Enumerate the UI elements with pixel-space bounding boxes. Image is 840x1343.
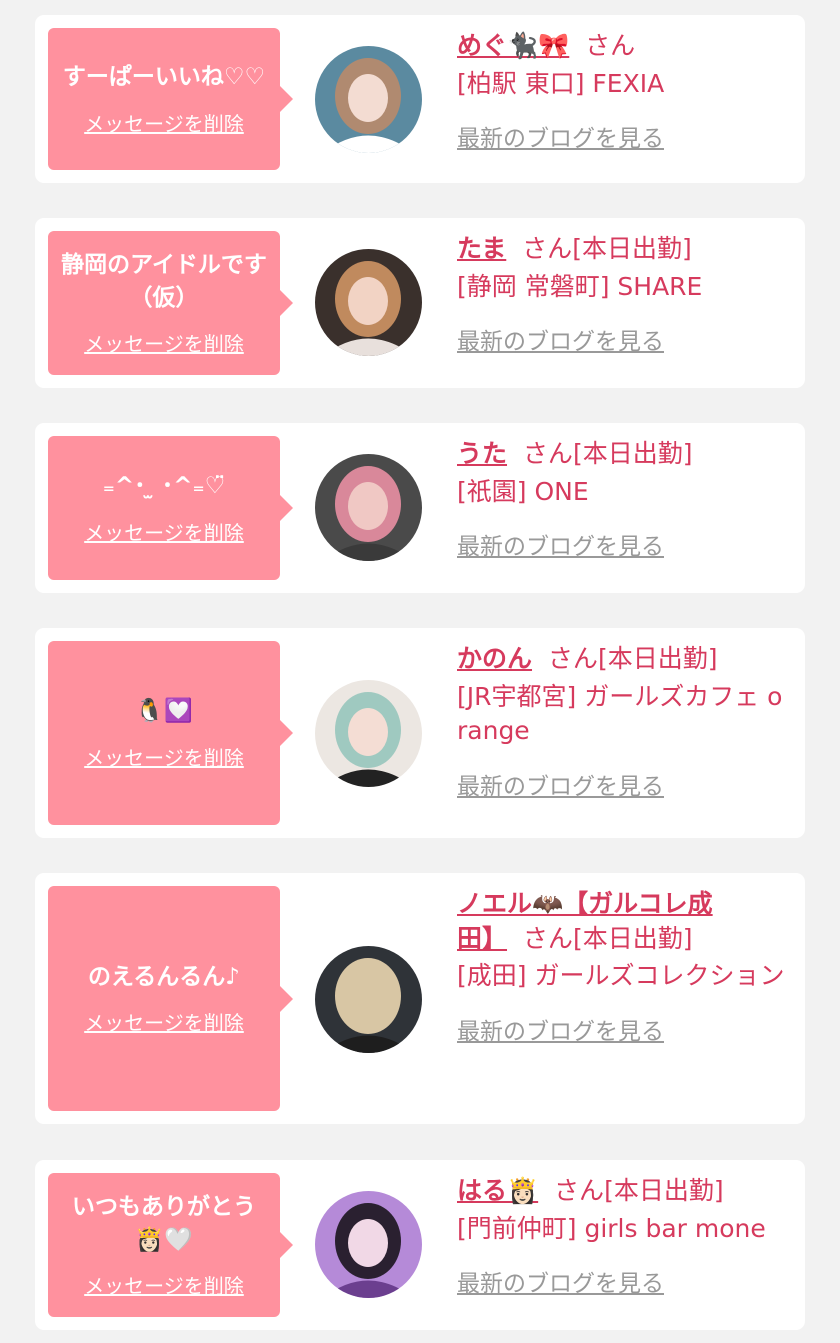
shop-name: [門前仲町] girls bar mone (457, 1213, 766, 1243)
avatar[interactable] (315, 249, 422, 356)
message-bubble: ₌^･ ̫ ･^₌♡̈ メッセージを削除 (48, 436, 293, 580)
delete-message-link[interactable]: メッセージを削除 (84, 517, 244, 546)
list-item: すーぱーいいね♡♡ メッセージを削除 めぐ🐈‍⬛🎀 さん [柏駅 東口] FEX… (35, 15, 805, 183)
shop-name: [静岡 常磐町] SHARE (457, 271, 703, 301)
avatar[interactable] (315, 946, 422, 1053)
status-badge: [本日出勤] (597, 644, 718, 673)
girl-info: めぐ🐈‍⬛🎀 さん [柏駅 東口] FEXIA 最新のブログを見る (457, 29, 791, 153)
status-badge: [本日出勤] (572, 923, 693, 953)
latest-blog-link[interactable]: 最新のブログを見る (457, 1264, 664, 1298)
shop-name: [JR宇都宮] ガールズカフェ orange (457, 681, 783, 746)
honorific: さん (547, 644, 598, 673)
girl-name-link[interactable]: うた (457, 439, 507, 468)
honorific: さん (522, 439, 573, 468)
message-bubble: いつもありがとう👸🏻🤍 メッセージを削除 (48, 1173, 293, 1317)
delete-message-link[interactable]: メッセージを削除 (84, 1007, 244, 1036)
shop-name: [柏駅 東口] FEXIA (457, 68, 665, 98)
latest-blog-link[interactable]: 最新のブログを見る (457, 1012, 664, 1046)
girl-info: うた さん[本日出勤] [祇園] ONE 最新のブログを見る (457, 437, 791, 561)
latest-blog-link[interactable]: 最新のブログを見る (457, 322, 664, 356)
honorific: さん (554, 1176, 605, 1205)
latest-blog-link[interactable]: 最新のブログを見る (457, 527, 664, 561)
message-bubble: 静岡のアイドルです（仮） メッセージを削除 (48, 231, 293, 375)
message-bubble: 🐧💟 メッセージを削除 (48, 641, 293, 825)
message-text: すーぱーいいね♡♡ (62, 64, 266, 91)
list-item: ₌^･ ̫ ･^₌♡̈ メッセージを削除 うた さん[本日出勤] [祇園] ON… (35, 423, 805, 593)
photo-face (348, 708, 388, 756)
girl-info: はる👸🏻 さん[本日出勤] [門前仲町] girls bar mone 最新のブ… (457, 1174, 791, 1298)
girl-name-link[interactable]: めぐ🐈‍⬛🎀 (457, 31, 569, 60)
avatar[interactable] (315, 46, 422, 153)
honorific: さん (522, 234, 573, 263)
girl-info: かのん さん[本日出勤] [JR宇都宮] ガールズカフェ orange 最新のブ… (457, 642, 791, 801)
girl-info: ノエル🦇【ガルコレ成田】 さん[本日出勤] [成田] ガールズコレクション 最新… (457, 887, 791, 1046)
honorific: さん (522, 923, 573, 953)
status-badge: [本日出勤] (604, 1176, 724, 1205)
list-item: 静岡のアイドルです（仮） メッセージを削除 たま さん[本日出勤] [静岡 常磐… (35, 218, 805, 388)
latest-blog-link[interactable]: 最新のブログを見る (457, 119, 664, 153)
delete-message-link[interactable]: メッセージを削除 (84, 742, 244, 771)
shop-name: [祇園] ONE (457, 476, 589, 506)
message-text: のえるんるん♪ (88, 963, 240, 990)
photo-face (348, 1219, 388, 1267)
list-item: のえるんるん♪ メッセージを削除 ノエル🦇【ガルコレ成田】 さん[本日出勤] [… (35, 873, 805, 1124)
girl-name-link[interactable]: たま (457, 234, 506, 263)
message-text: いつもありがとう👸🏻🤍 (72, 1193, 256, 1253)
delete-message-link[interactable]: メッセージを削除 (84, 108, 244, 137)
status-badge: [本日出勤] (572, 439, 693, 468)
avatar[interactable] (315, 454, 422, 561)
favorite-girls-list: すーぱーいいね♡♡ メッセージを削除 めぐ🐈‍⬛🎀 さん [柏駅 東口] FEX… (0, 0, 840, 1343)
message-bubble: のえるんるん♪ メッセージを削除 (48, 886, 293, 1111)
girl-info: たま さん[本日出勤] [静岡 常磐町] SHARE 最新のブログを見る (457, 232, 791, 356)
photo-face (348, 74, 388, 122)
photo-face (348, 974, 388, 1022)
list-item: いつもありがとう👸🏻🤍 メッセージを削除 はる👸🏻 さん[本日出勤] [門前仲町… (35, 1160, 805, 1330)
message-bubble: すーぱーいいね♡♡ メッセージを削除 (48, 28, 293, 170)
avatar[interactable] (315, 680, 422, 787)
honorific: さん (585, 31, 636, 60)
photo-face (348, 482, 388, 530)
avatar[interactable] (315, 1191, 422, 1298)
shop-name: [成田] ガールズコレクション (457, 961, 785, 990)
message-text: ₌^･ ̫ ･^₌♡̈ (102, 473, 226, 500)
delete-message-link[interactable]: メッセージを削除 (84, 328, 244, 357)
latest-blog-link[interactable]: 最新のブログを見る (457, 767, 664, 801)
girl-name-link[interactable]: はる👸🏻 (457, 1176, 538, 1205)
delete-message-link[interactable]: メッセージを削除 (84, 1270, 244, 1299)
girl-name-link[interactable]: かのん (457, 644, 532, 673)
message-text: 🐧💟 (135, 698, 193, 725)
message-text: 静岡のアイドルです（仮） (61, 251, 267, 311)
list-item: 🐧💟 メッセージを削除 かのん さん[本日出勤] [JR宇都宮] ガールズカフェ… (35, 628, 805, 838)
photo-face (348, 277, 388, 325)
status-badge: [本日出勤] (572, 234, 692, 263)
